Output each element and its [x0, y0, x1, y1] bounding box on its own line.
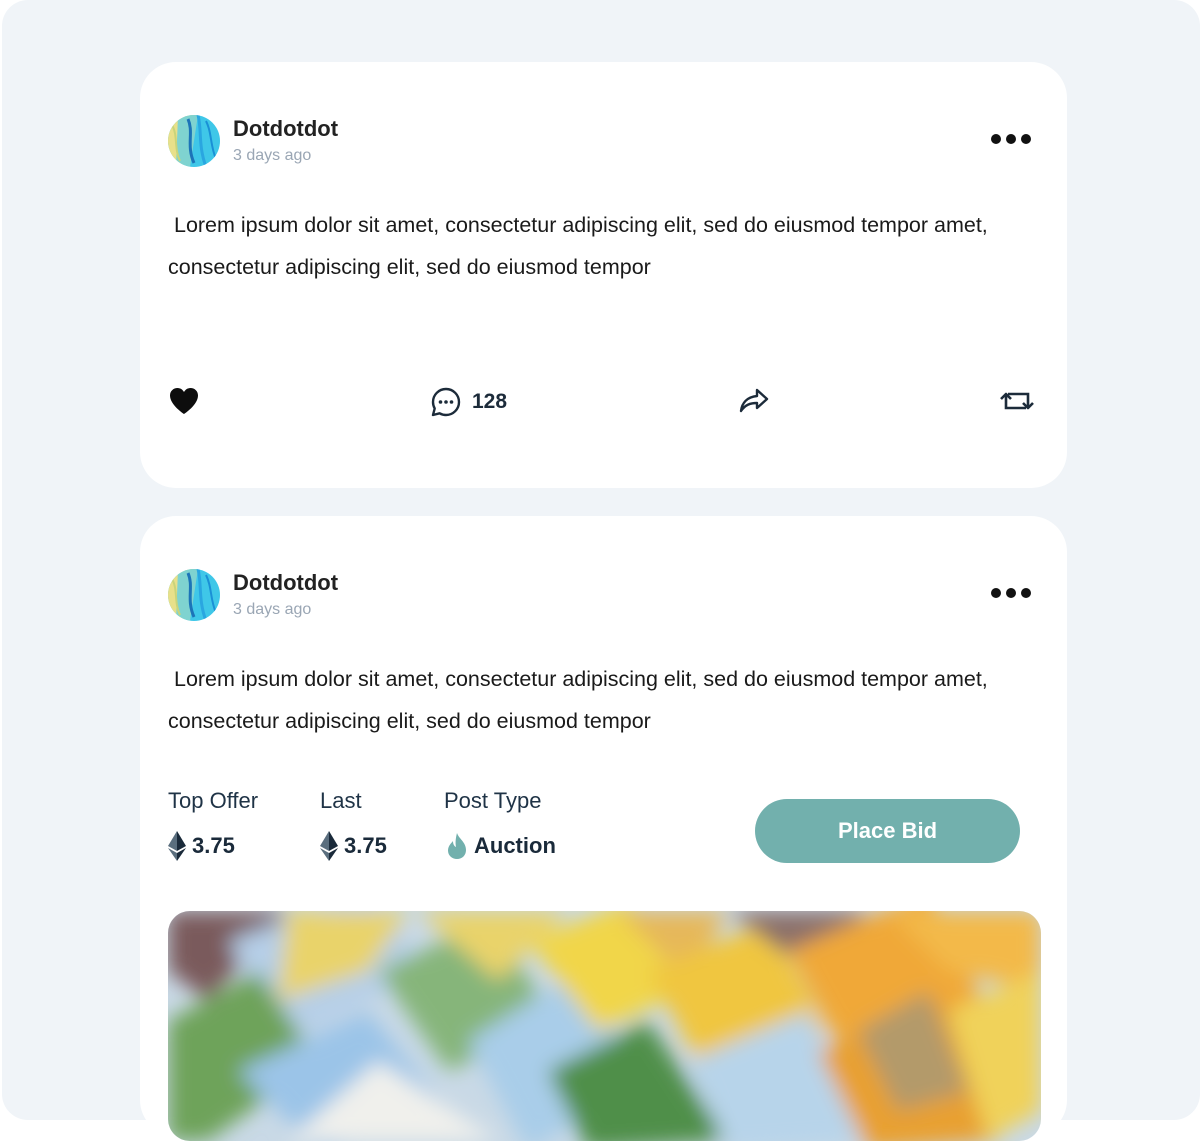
heart-icon [170, 388, 198, 414]
share-button[interactable] [738, 386, 770, 421]
more-icon [991, 134, 1031, 144]
ethereum-icon [168, 831, 186, 861]
feed-background: Dotdotdot 3 days ago Lorem ipsum dolor s… [2, 0, 1200, 1141]
share-icon [739, 388, 769, 413]
ethereum-icon [320, 831, 338, 861]
last-value: 3.75 [320, 830, 387, 862]
post-type-text: Auction [474, 833, 556, 858]
post-type-value: Auction [446, 830, 556, 862]
flame-icon [448, 833, 466, 859]
more-icon [991, 588, 1031, 598]
post-text: Lorem ipsum dolor sit amet, consectetur … [168, 667, 994, 733]
more-options-button[interactable] [990, 580, 1032, 606]
post-artwork[interactable] [168, 911, 1041, 1141]
top-offer-amount: 3.75 [192, 833, 235, 858]
author-name[interactable]: Dotdotdot [233, 116, 338, 142]
top-offer-label: Top Offer [168, 788, 259, 813]
avatar[interactable] [168, 115, 220, 167]
author-name[interactable]: Dotdotdot [233, 570, 338, 596]
post-type-label: Post Type [444, 788, 542, 813]
avatar[interactable] [168, 569, 220, 621]
post-card: Dotdotdot 3 days ago Lorem ipsum dolor s… [140, 62, 1067, 488]
post-timestamp: 3 days ago [233, 147, 312, 164]
like-button[interactable] [168, 386, 200, 421]
top-offer-value: 3.75 [168, 830, 235, 862]
comment-button[interactable]: 128 [430, 386, 507, 418]
last-label: Last [320, 788, 362, 813]
post-card: Dotdotdot 3 days ago Lorem ipsum dolor s… [140, 516, 1067, 1141]
post-text: Lorem ipsum dolor sit amet, consectetur … [168, 213, 994, 279]
place-bid-button[interactable]: Place Bid [755, 799, 1020, 863]
comment-icon [431, 387, 461, 417]
repost-icon [1000, 392, 1034, 410]
post-timestamp: 3 days ago [233, 601, 312, 618]
comment-count: 128 [472, 390, 508, 413]
last-amount: 3.75 [344, 833, 387, 858]
more-options-button[interactable] [990, 126, 1032, 152]
repost-button[interactable] [998, 386, 1036, 421]
